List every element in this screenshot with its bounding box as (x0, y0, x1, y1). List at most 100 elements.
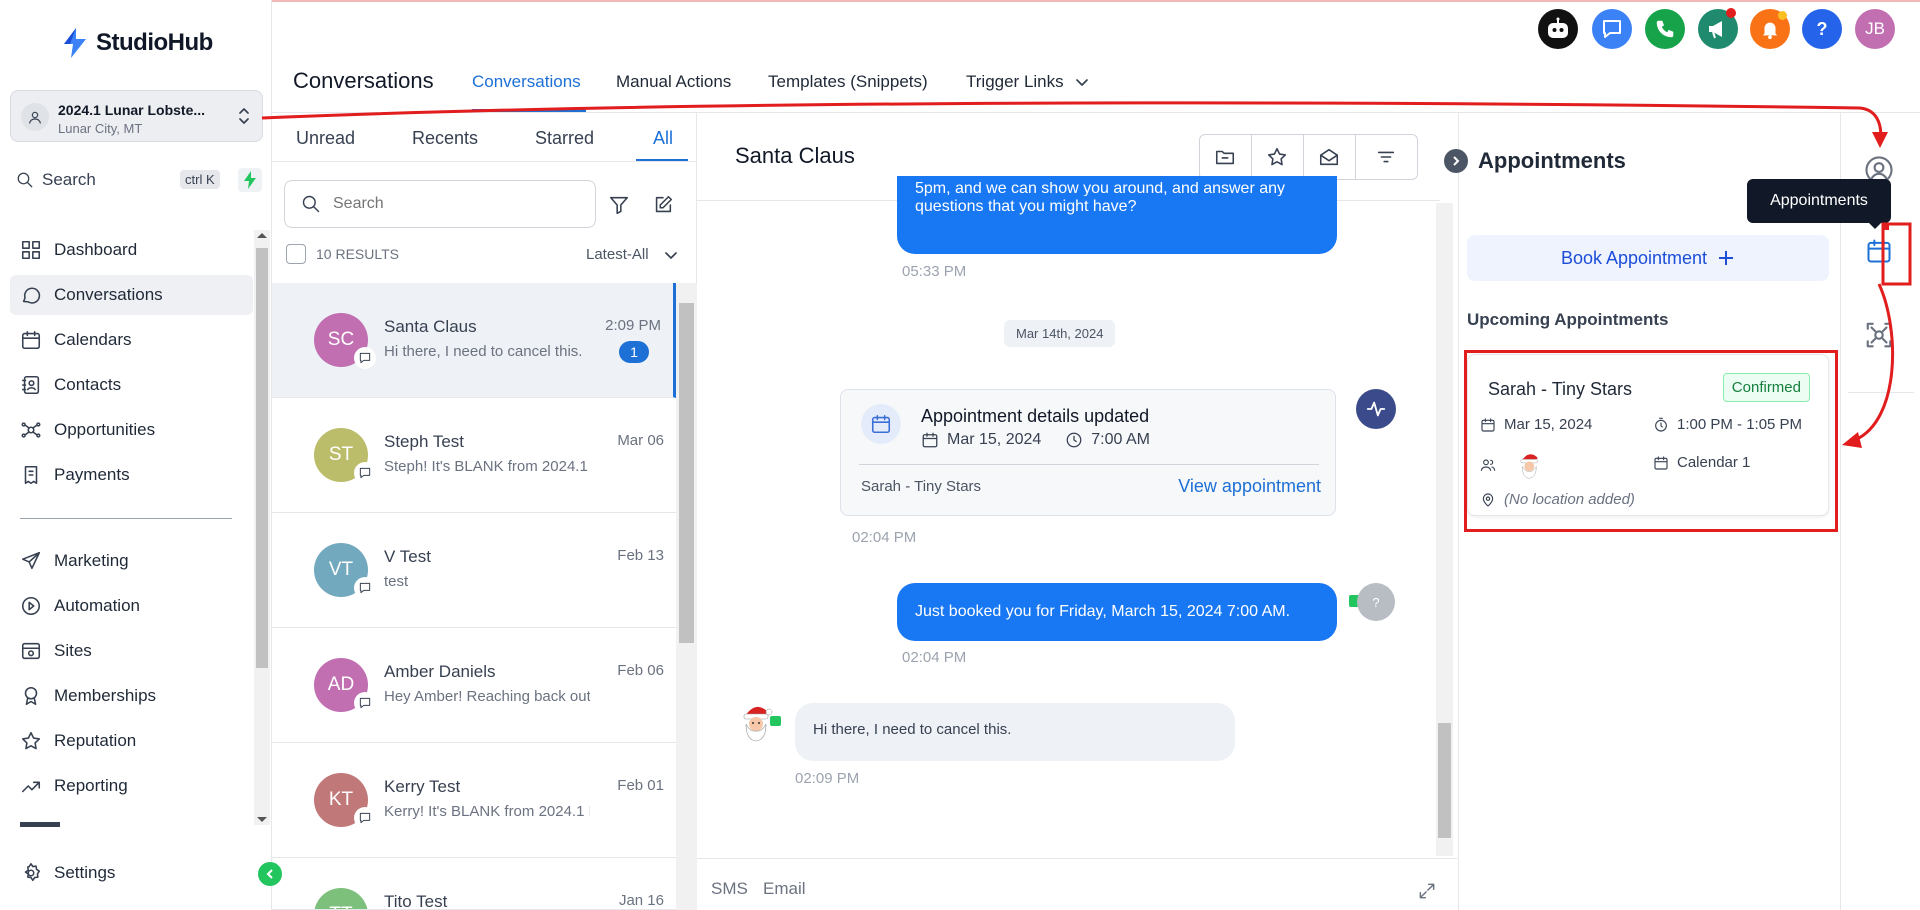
expand-icon[interactable] (1417, 881, 1437, 901)
archive-button[interactable] (1200, 135, 1252, 179)
help-button[interactable]: ? (1802, 9, 1842, 49)
user-initials: JB (1865, 19, 1885, 38)
rail-appointments-button[interactable] (1865, 237, 1893, 265)
contact-name: Tito Test (384, 892, 448, 910)
phone-button[interactable] (1645, 9, 1685, 49)
filter-button[interactable] (608, 194, 630, 216)
message-time: 2:09 PM (605, 317, 661, 334)
santa-avatar (740, 702, 774, 742)
conversation-item[interactable]: VT V Test test Feb 13 (272, 513, 676, 628)
calendar-icon (871, 414, 891, 434)
conversation-item[interactable]: TT Tito Test Jan 16 (272, 858, 676, 910)
clipped-nav-item (20, 822, 60, 827)
book-appointment-button[interactable]: Book Appointment (1467, 235, 1829, 281)
rail-opportunities-button[interactable] (1864, 320, 1894, 350)
sidebar-item-dashboard[interactable]: Dashboard (10, 230, 253, 270)
memberships-icon (24, 686, 38, 706)
star-button[interactable] (1252, 135, 1304, 179)
sidebar-item-calendars[interactable]: Calendars (10, 320, 253, 360)
conversation-item[interactable]: KT Kerry Test Kerry! It's BLANK from 202… (272, 743, 676, 858)
robot-icon (1548, 17, 1568, 38)
filter-tab-all[interactable]: All (653, 128, 673, 149)
payments-icon (24, 465, 38, 485)
sidebar-item-reputation[interactable]: Reputation (10, 721, 253, 761)
quick-action-button[interactable] (238, 168, 262, 192)
scroll-thumb[interactable] (1438, 723, 1451, 838)
message-preview: Hi there, I need to cancel this. (384, 343, 583, 360)
announcements-button[interactable] (1698, 8, 1738, 49)
sidebar-item-marketing[interactable]: Marketing (10, 541, 253, 581)
sidebar-scrollbar[interactable] (254, 230, 270, 825)
filter-tab-unread[interactable]: Unread (296, 128, 355, 149)
message-text: Just booked you for Friday, March 15, 20… (915, 603, 1291, 620)
top-border (0, 0, 1920, 2)
sms-badge (354, 462, 376, 484)
global-search[interactable]: Search ctrl K (10, 163, 263, 197)
sms-badge (354, 692, 376, 714)
tab-conversations[interactable]: Conversations (472, 72, 581, 92)
placeholder (1883, 224, 1889, 230)
message-icon (1603, 20, 1621, 38)
sidebar-item-label: Calendars (54, 330, 132, 349)
gear-icon (24, 863, 41, 882)
scroll-thumb[interactable] (679, 303, 694, 643)
sidebar-item-contacts[interactable]: Contacts (10, 365, 253, 405)
location-switcher[interactable]: 2024.1 Lunar Lobste... Lunar City, MT (10, 90, 263, 142)
scroll-thumb[interactable] (256, 248, 268, 668)
chat-filter-button[interactable] (1356, 135, 1417, 179)
conversation-search-input[interactable] (333, 195, 573, 213)
filter-tab-recents[interactable]: Recents (412, 128, 478, 149)
mark-unread-button[interactable] (1304, 135, 1356, 179)
user-avatar[interactable]: JB (1855, 9, 1895, 49)
view-appointment-link[interactable]: View appointment (1178, 476, 1321, 497)
message-text: Hi there, I need to cancel this. (813, 721, 1012, 738)
conversation-item[interactable]: ST Steph Test Steph! It's BLANK from 202… (272, 398, 676, 513)
channel-tab-email[interactable]: Email (763, 879, 806, 899)
sidebar-item-automation[interactable]: Automation (10, 586, 253, 626)
sort-dropdown[interactable]: Latest-All (586, 246, 679, 263)
conversation-item[interactable]: AD Amber Daniels Hey Amber! Reaching bac… (272, 628, 676, 743)
calendar-icon (1867, 239, 1891, 263)
channel-tab-sms[interactable]: SMS (711, 879, 748, 899)
folder-icon (1216, 150, 1235, 165)
calendar-icon (21, 330, 41, 350)
chat-scrollbar[interactable] (1436, 203, 1453, 856)
chat-widget-button[interactable] (1592, 9, 1632, 49)
collapse-panel-button[interactable] (1444, 149, 1468, 173)
robot-button[interactable] (1538, 9, 1578, 49)
conversation-item[interactable]: SC Santa Claus Hi there, I need to cance… (272, 283, 676, 398)
list-scrollbar[interactable] (676, 283, 697, 910)
sidebar-item-sites[interactable]: Sites (10, 631, 253, 671)
sidebar-item-memberships[interactable]: Memberships (10, 676, 253, 716)
appointment-date: Mar 15, 2024 (947, 431, 1042, 448)
star-icon (21, 731, 41, 750)
trend-icon (21, 781, 41, 793)
brand-logo[interactable]: StudioHub (62, 28, 213, 58)
sidebar-item-reporting[interactable]: Reporting (10, 766, 253, 806)
filter-tab-starred[interactable]: Starred (535, 128, 594, 149)
scroll-up-arrow[interactable] (257, 233, 267, 238)
sidebar-item-payments[interactable]: Payments (10, 455, 253, 495)
tab-templates[interactable]: Templates (Snippets) (768, 72, 928, 92)
filter-divider (272, 161, 697, 162)
chevron-down-icon (1075, 79, 1088, 86)
results-count: 10 RESULTS (316, 246, 399, 262)
dashboard-icon (21, 240, 41, 260)
notification-dot (1726, 8, 1736, 18)
sidebar-item-label: Reputation (54, 731, 137, 750)
notifications-button[interactable] (1750, 9, 1790, 49)
conversation-search[interactable] (284, 180, 596, 228)
sms-channel-icon (770, 716, 781, 726)
compose-button[interactable] (652, 194, 674, 216)
sidebar-item-conversations[interactable]: Conversations (10, 275, 253, 315)
scroll-down-arrow[interactable] (257, 817, 267, 822)
sidebar-item-settings[interactable]: Settings (10, 853, 253, 893)
select-all-checkbox[interactable] (286, 244, 306, 264)
clock-icon (1066, 432, 1082, 448)
card-divider (859, 464, 1319, 465)
tab-manual-actions[interactable]: Manual Actions (616, 72, 731, 92)
sidebar-item-opportunities[interactable]: Opportunities (10, 410, 253, 450)
contact-name: Steph Test (384, 432, 465, 451)
tab-trigger-links[interactable]: Trigger Links (966, 72, 1090, 92)
location-city: Lunar City, MT (58, 121, 143, 136)
